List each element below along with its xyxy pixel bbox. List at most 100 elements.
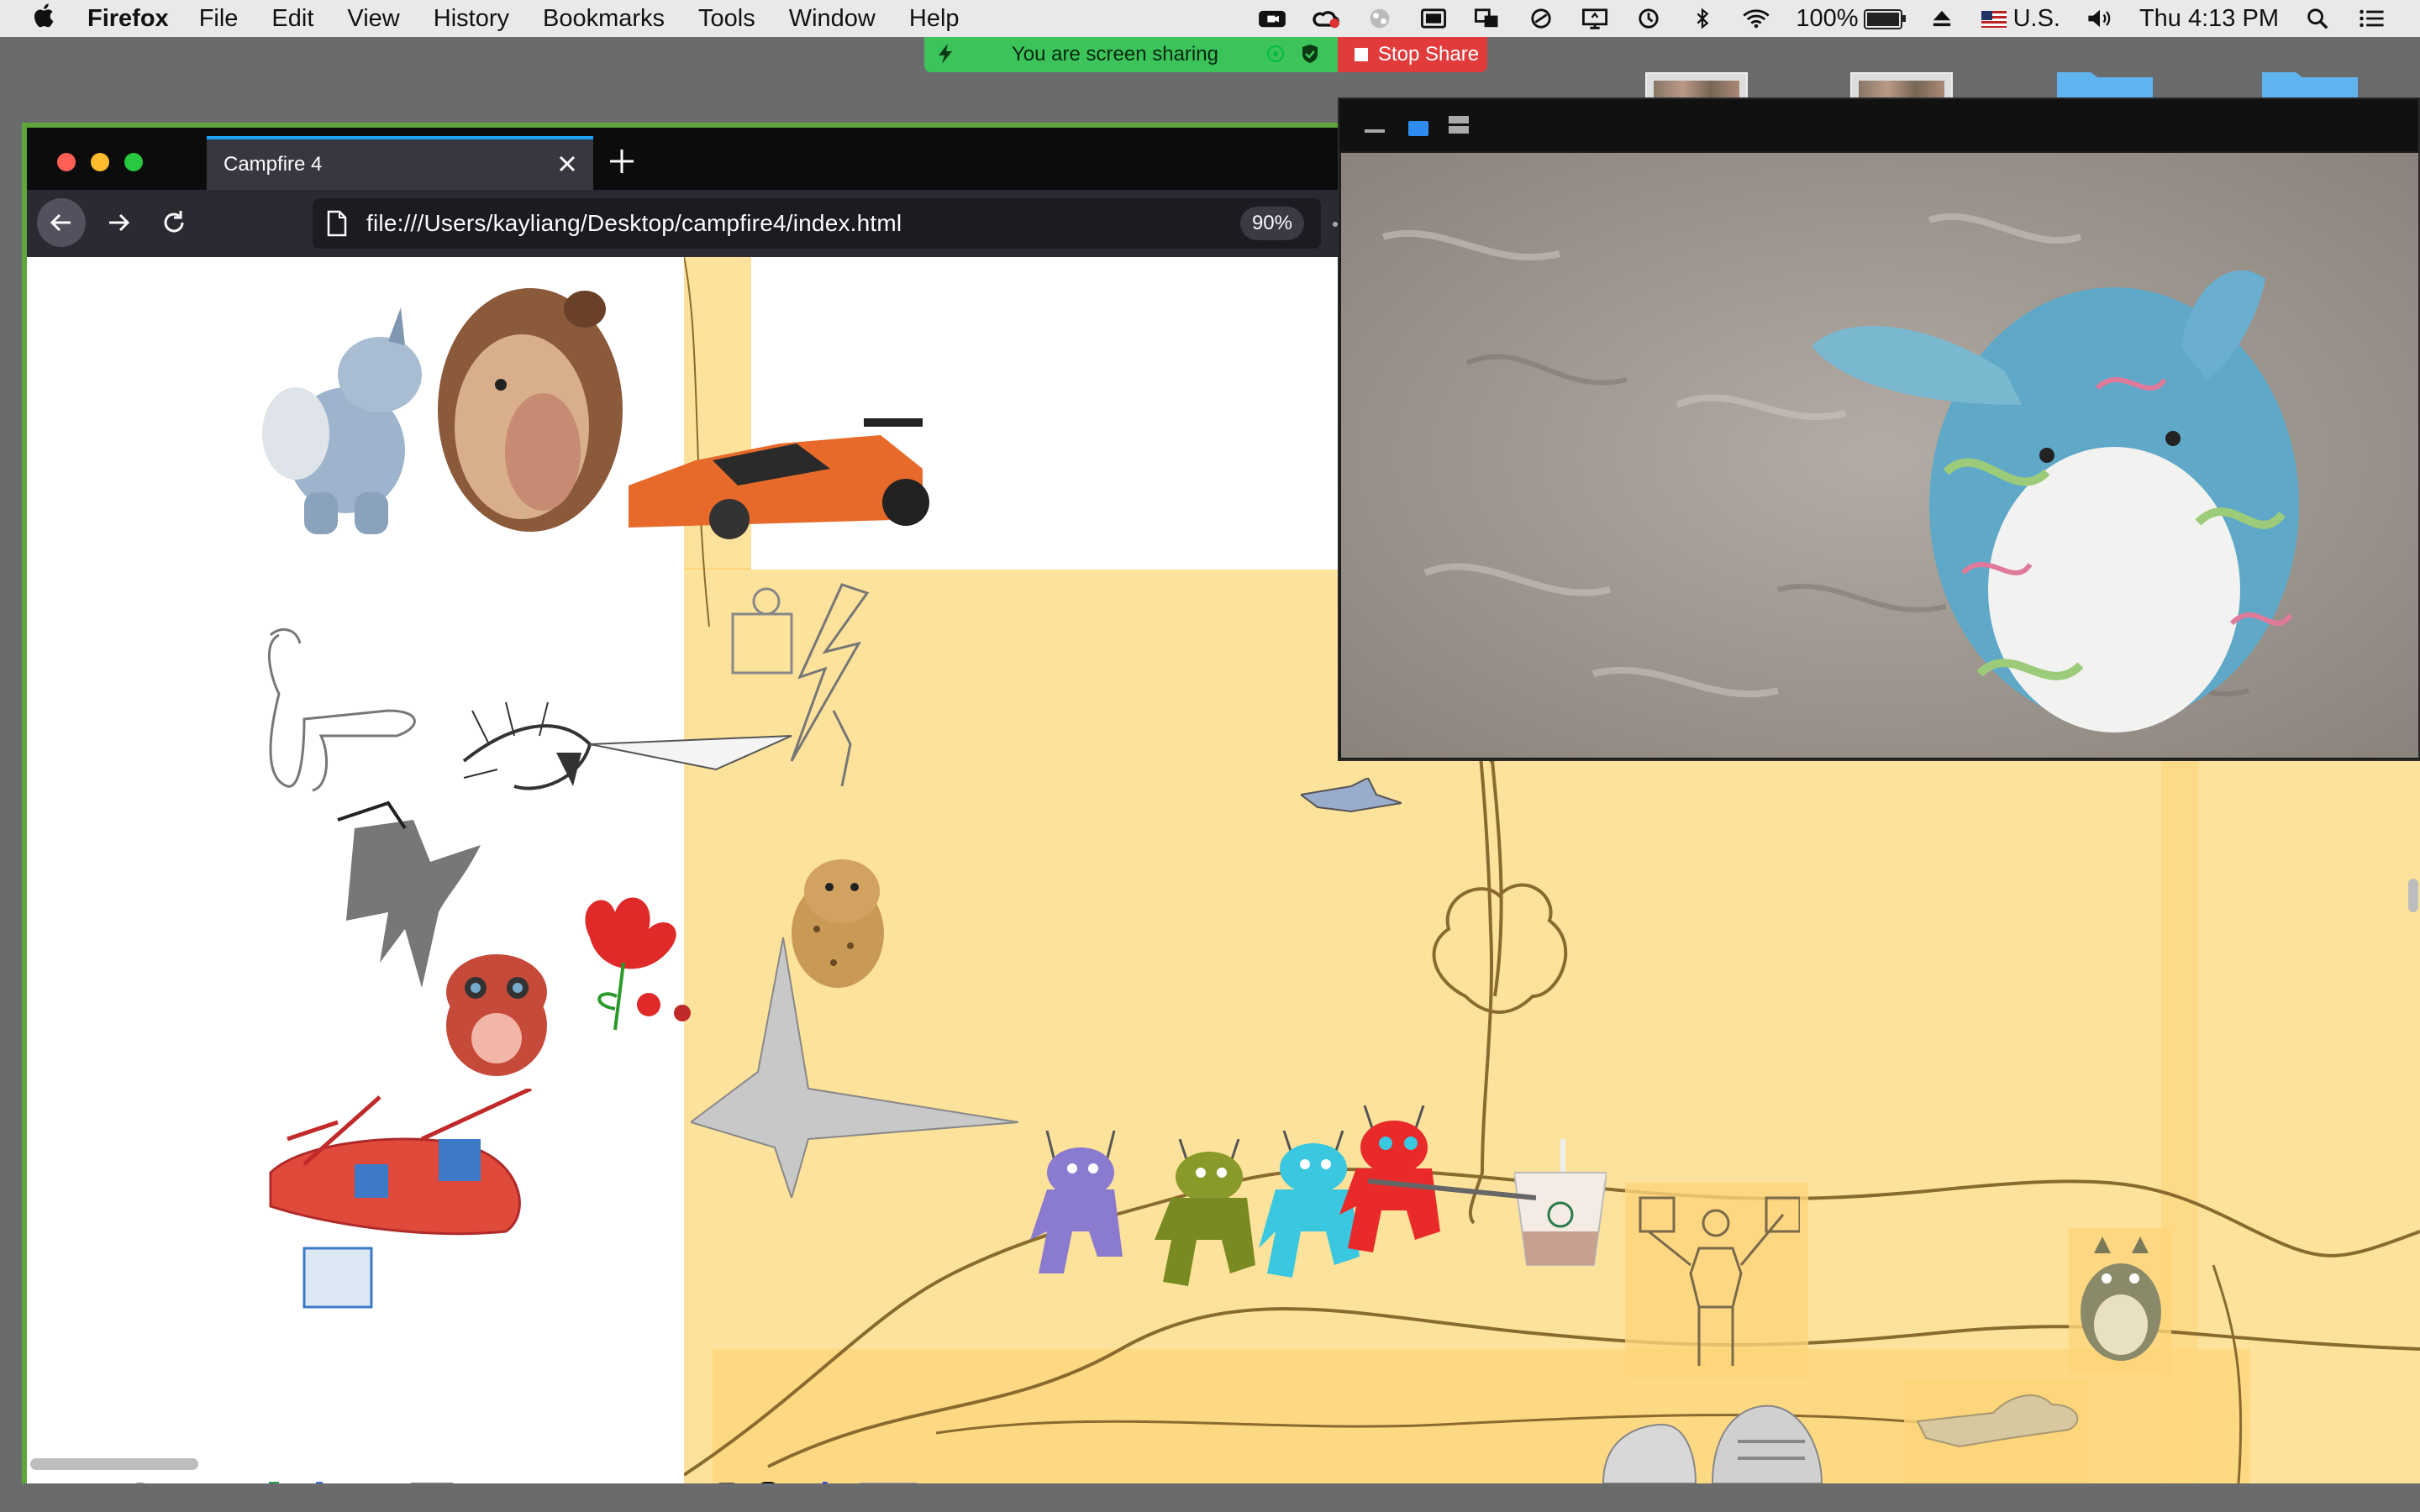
drag-handle-icon[interactable] [936,42,955,66]
drawing-robot[interactable] [1632,1189,1800,1374]
toy-race-car[interactable] [629,410,931,544]
spinner-icon[interactable] [109,1482,171,1483]
pen-icon[interactable] [805,1482,839,1483]
new-tab-button[interactable] [605,144,639,178]
drawing-dog[interactable] [254,627,447,795]
lightbulb-icon[interactable] [192,1482,239,1483]
knight-helmets[interactable] [1595,1399,1872,1483]
app-name[interactable]: Firefox [87,5,169,33]
url-text: file:///Users/kayliang/Desktop/campfire4… [366,210,902,236]
menu-window[interactable]: Window [789,5,876,33]
monster-green[interactable] [1155,1139,1264,1290]
tile-view-icon[interactable] [1408,121,1428,136]
input-source[interactable]: U.S. [1981,5,2060,33]
clock[interactable]: Thu 4:13 PM [2139,5,2279,33]
totoro[interactable] [2077,1236,2165,1362]
participant-video [1341,153,2418,758]
video-window-titlebar[interactable] [1339,99,2418,151]
monster-purple[interactable] [1030,1131,1139,1282]
plush-unicorn[interactable] [254,307,447,534]
screens-icon[interactable] [1473,8,1502,29]
reload-button[interactable] [150,198,198,247]
drawing-bird[interactable] [1301,778,1402,820]
zoom-window-button[interactable] [124,153,143,171]
menu-tools[interactable]: Tools [698,5,755,33]
stop-share-label: Stop Share [1378,43,1480,66]
url-bar[interactable]: file:///Users/kayliang/Desktop/campfire4… [313,198,1321,249]
stop-icon [1355,48,1368,61]
note-card-icon[interactable] [472,1482,551,1483]
menu-bookmarks[interactable]: Bookmarks [543,5,665,33]
bluetooth-icon[interactable] [1688,8,1717,29]
mac-menubar: Firefox File Edit View History Bookmarks… [0,0,2420,37]
desktop-folder-icon[interactable] [2260,66,2360,99]
bottle-icon[interactable] [259,1482,289,1483]
battery-status[interactable]: 100% [1796,4,1906,33]
minimize-video-icon[interactable] [1365,129,1385,133]
sticky-notes-icon[interactable] [859,1482,918,1483]
drawing-shuriken[interactable] [691,929,1018,1198]
drawing-dog-2[interactable] [1909,1388,2086,1455]
dice-icon[interactable] [40,1482,91,1483]
close-tab-icon[interactable] [555,151,580,176]
volume-icon[interactable] [2086,8,2114,29]
desktop-folder-icon[interactable] [2055,66,2154,99]
drawing-flute[interactable] [1368,1173,1536,1206]
sharing-indicator-icon [1267,45,1284,62]
drawing-flower[interactable] [565,887,708,1038]
battery-percent: 100% [1796,4,1859,32]
back-button[interactable] [37,198,86,247]
card-icon[interactable] [410,1482,454,1483]
zoom-level-button[interactable]: 90% [1239,207,1304,240]
tab-campfire[interactable]: Campfire 4 [207,136,593,190]
arrow-right-icon [109,213,130,232]
arrow-left-icon [50,213,71,232]
plush-hedgehog[interactable] [434,284,627,536]
record-icon[interactable] [1365,8,1394,29]
menu-file[interactable]: File [199,5,239,33]
screen-share-bar: You are screen sharing Stop Share [924,37,1487,72]
reload-icon [164,211,184,233]
forward-button[interactable] [94,198,143,247]
minimize-window-button[interactable] [91,153,109,171]
input-source-label: U.S. [2012,4,2060,32]
menu-help[interactable]: Help [909,5,960,33]
orange-icon[interactable] [948,1482,1003,1483]
stop-share-button[interactable]: Stop Share [1338,37,1487,72]
phone-icon[interactable] [716,1482,738,1483]
menu-history[interactable]: History [434,5,509,33]
screen-share-icon[interactable] [1581,8,1609,29]
drawing-robot-knight[interactable] [699,576,901,795]
menu-view[interactable]: View [347,5,399,33]
notification-center-icon[interactable] [2358,8,2386,29]
apple-menu-icon[interactable] [34,2,71,35]
menu-edit[interactable]: Edit [271,5,313,33]
battery-icon [1863,8,1906,29]
menubar-status-area: 100% U.S. Thu 4:13 PM [1258,0,2386,37]
page-icon [327,210,347,237]
eject-icon[interactable] [1928,8,1956,29]
time-machine-icon[interactable] [1634,8,1663,29]
horizontal-scrollbar[interactable] [30,1458,198,1470]
plush-raccoon[interactable] [434,946,560,1080]
creative-cloud-icon[interactable] [1312,8,1340,29]
globe-icon[interactable] [341,1482,392,1483]
tab-title: Campfire 4 [224,153,323,176]
spotlight-search-icon[interactable] [2304,8,2333,29]
share-status[interactable]: You are screen sharing [924,37,1338,72]
drawing-airship[interactable] [254,1089,539,1315]
strip-view-icon[interactable] [1449,116,1469,134]
video-camera-icon[interactable] [1258,8,1286,29]
video-call-window[interactable] [1338,97,2420,761]
coffee-cup[interactable] [1514,1139,1607,1273]
magnifier-icon[interactable] [751,1482,785,1483]
wifi-icon[interactable] [1742,8,1770,29]
vertical-scrollbar[interactable] [2408,879,2418,912]
doodle-card-icon[interactable] [592,1482,692,1483]
close-window-button[interactable] [57,153,76,171]
do-not-disturb-icon[interactable] [1527,8,1555,29]
display-icon[interactable] [1419,8,1448,29]
plus-icon [610,150,634,173]
paintbrush-icon[interactable] [309,1482,329,1483]
shield-check-icon [1302,45,1318,63]
